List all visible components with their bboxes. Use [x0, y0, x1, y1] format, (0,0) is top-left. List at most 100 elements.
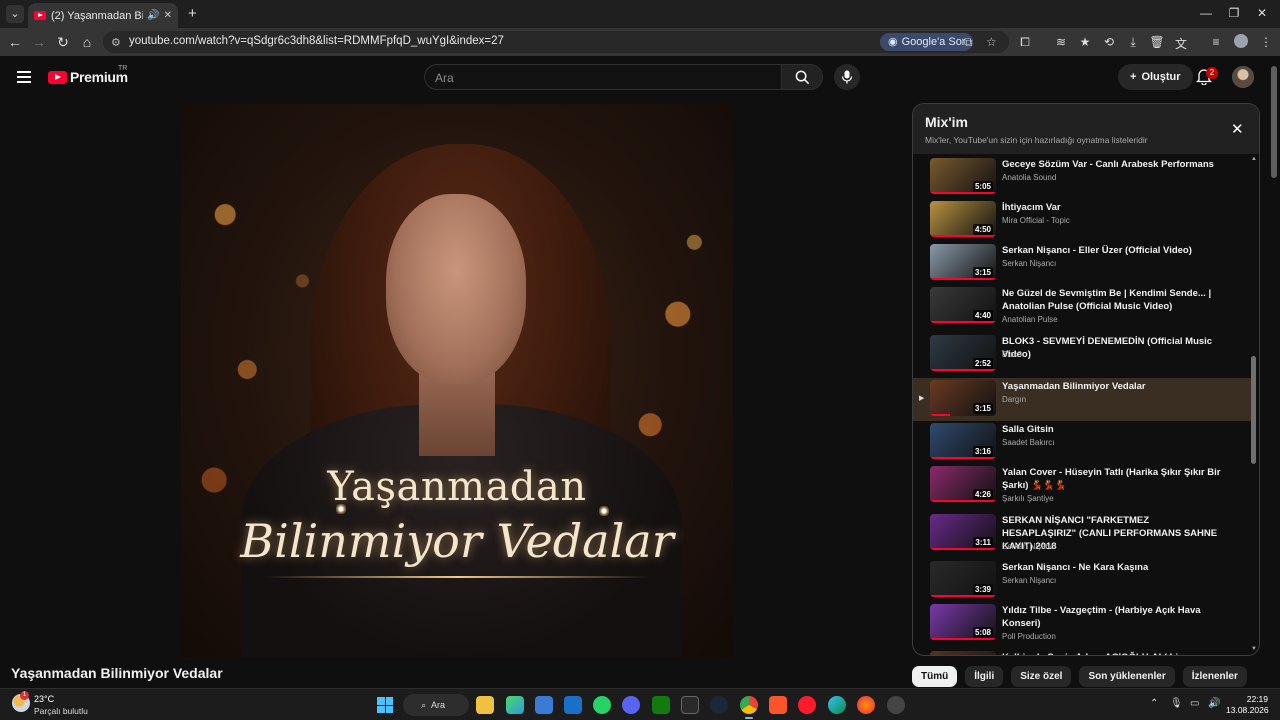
forward-icon[interactable]: →	[30, 34, 48, 50]
youtube-premium-logo[interactable]: Premium TR	[48, 65, 128, 85]
create-button[interactable]: + Oluştur	[1118, 64, 1193, 90]
new-tab-icon[interactable]: +	[188, 5, 197, 22]
video-thumbnail[interactable]: 3:15	[930, 380, 996, 416]
xbox-app-icon[interactable]	[506, 696, 524, 714]
close-tab-icon[interactable]: ✕	[164, 10, 172, 21]
chrome-icon[interactable]	[740, 696, 758, 719]
filter-chip[interactable]: Size özel	[1011, 666, 1072, 687]
home-icon[interactable]: ⌂	[78, 34, 96, 50]
playlist-item[interactable]: 3:11 SERKAN NİŞANCI "FARKETMEZ HESAPLAŞIR…	[913, 512, 1251, 559]
epic-games-icon[interactable]	[681, 696, 699, 714]
edge-icon[interactable]	[828, 696, 846, 714]
search-button[interactable]	[781, 64, 823, 90]
video-thumbnail[interactable]: 4:26	[930, 466, 996, 502]
search-box[interactable]	[424, 64, 782, 90]
playlist-item[interactable]: 4:50 İhtiyacım Var Mira Official - Topic	[913, 199, 1251, 242]
network-icon[interactable]: ▭	[1190, 698, 1199, 709]
video-thumbnail[interactable]: 4:50	[930, 201, 996, 237]
weather-condition[interactable]: Parçalı bulutlu	[34, 706, 88, 716]
windows-start-icon[interactable]	[377, 697, 393, 713]
download-icon[interactable]: ⤓	[1125, 35, 1141, 50]
video-thumbnail[interactable]: 4:40	[930, 287, 996, 323]
microphone-tray-icon[interactable]: 🎙	[1170, 698, 1183, 709]
playlist-item-current[interactable]: ▶ 3:15 Yaşanmadan Bilinmiyor Vedalar Dargın	[913, 378, 1251, 421]
account-avatar[interactable]	[1232, 66, 1254, 88]
playlist-title[interactable]: Mix'im	[925, 114, 968, 130]
video-thumbnail[interactable]: 3:15	[930, 244, 996, 280]
browser-menu-icon[interactable]: ⋮	[1258, 35, 1274, 49]
playlist-item[interactable]: Kalbimde Senin Adın - ACIOĞLU-AI ( Live …	[913, 649, 1251, 655]
scroll-down-icon[interactable]: ▼	[1251, 646, 1257, 652]
scrollbar-thumb[interactable]	[1251, 356, 1256, 464]
browser-tab[interactable]: (2) Yaşanmadan Bilinmiyor Vedalar - YouT…	[28, 3, 178, 28]
firefox-icon[interactable]	[857, 696, 875, 714]
video-thumbnail[interactable]: 5:05	[930, 158, 996, 194]
page-scrollbar[interactable]	[1268, 56, 1280, 688]
clock[interactable]: 22:19 13.08.2026	[1226, 694, 1269, 716]
file-explorer-icon[interactable]	[476, 696, 494, 714]
playlist-item[interactable]: 5:08 Yıldız Tilbe - Vazgeçtim - (Harbiye …	[913, 602, 1251, 649]
whatsapp-icon[interactable]	[593, 696, 611, 714]
hamburger-menu-icon[interactable]	[17, 71, 31, 83]
volume-icon[interactable]: 🔊	[1208, 698, 1220, 709]
brave-icon[interactable]	[769, 696, 787, 714]
video-thumbnail[interactable]: 2:52	[930, 335, 996, 371]
page-scrollbar-thumb[interactable]	[1271, 66, 1277, 178]
playlist-header: Mix'im Mix'ler, YouTube'un sizin için ha…	[913, 104, 1259, 154]
reading-mode-icon[interactable]: ≋	[1053, 35, 1069, 49]
google-ask-button[interactable]: ◉ Google'a Sor	[880, 33, 974, 51]
extensions-icon[interactable]: ⧠	[1017, 35, 1033, 50]
playlist-item[interactable]: 4:40 Ne Güzel de Sevmiştim Be | Kendimi S…	[913, 285, 1251, 333]
tab-list-icon[interactable]: ≡	[1208, 35, 1224, 49]
playlist-item[interactable]: 3:16 Salla Gitsin Saadet Bakırcı	[913, 421, 1251, 464]
browser-profile-avatar[interactable]	[1234, 34, 1248, 48]
playlist-item[interactable]: 3:39 Serkan Nişancı - Ne Kara Kaşına Serka…	[913, 559, 1251, 602]
temperature[interactable]: 23°C	[34, 694, 54, 704]
close-playlist-icon[interactable]: ✕	[1231, 120, 1244, 138]
mail-icon[interactable]	[564, 696, 582, 714]
video-thumbnail[interactable]	[930, 651, 996, 655]
filter-chip[interactable]: İlgili	[965, 666, 1004, 687]
playlist-item[interactable]: 3:15 Serkan Nişancı - Eller Üzer (Officia…	[913, 242, 1251, 285]
show-hidden-icons[interactable]: ⌃	[1150, 698, 1158, 709]
watch-progress-bar	[930, 548, 996, 550]
video-player[interactable]: Yaşanmadan Bilinmiyor Vedalar	[181, 104, 733, 657]
video-thumbnail[interactable]: 3:11	[930, 514, 996, 550]
favorites-icon[interactable]: ★	[1077, 35, 1093, 49]
translate-icon[interactable]: 文	[1173, 35, 1189, 52]
history-icon[interactable]: ⟲	[1101, 35, 1117, 49]
xbox-icon[interactable]	[652, 696, 670, 714]
voice-search-button[interactable]	[834, 64, 860, 90]
audio-playing-icon[interactable]: 🔊	[147, 10, 159, 21]
discord-icon[interactable]	[622, 696, 640, 714]
bookmark-star-icon[interactable]: ☆	[986, 35, 997, 49]
taskbar-search[interactable]: ⌕ Ara	[403, 694, 469, 716]
scroll-up-icon[interactable]: ▲	[1251, 156, 1257, 162]
tab-search-icon[interactable]: ⌄	[6, 5, 24, 23]
filter-chip[interactable]: İzlenenler	[1182, 666, 1247, 687]
video-thumbnail[interactable]: 3:16	[930, 423, 996, 459]
filter-chip[interactable]: Son yüklenenler	[1079, 666, 1175, 687]
store-icon[interactable]	[535, 696, 553, 714]
close-window-icon[interactable]: ✕	[1252, 6, 1272, 20]
playlist-item[interactable]: 2:52 BLOK3 - SEVMEYİ DENEMEDİN (Official …	[913, 333, 1251, 378]
playlist-scrollbar[interactable]: ▲ ▼	[1250, 156, 1258, 655]
filter-chip[interactable]: Tümü	[912, 666, 958, 687]
install-app-icon[interactable]: ⧉	[964, 35, 973, 50]
video-thumbnail[interactable]: 5:08	[930, 604, 996, 640]
search-input[interactable]	[435, 71, 755, 85]
reload-icon[interactable]: ↻	[54, 34, 72, 51]
address-bar[interactable]: ⚙ youtube.com/watch?v=qSdgr6c3dh8&list=R…	[103, 31, 1009, 53]
delete-icon[interactable]: 🗑	[1149, 35, 1165, 49]
steam-icon[interactable]	[710, 696, 728, 714]
opera-icon[interactable]	[798, 696, 816, 714]
playlist-item[interactable]: 4:26 Yalan Cover - Hüseyin Tatlı (Harika …	[913, 464, 1251, 512]
site-info-icon[interactable]: ⚙	[111, 36, 121, 49]
video-thumbnail[interactable]: 3:39	[930, 561, 996, 597]
settings-gear-icon[interactable]	[887, 696, 905, 714]
playlist-item[interactable]: 5:05 Geceye Sözüm Var - Canlı Arabesk Per…	[913, 156, 1251, 199]
url-text[interactable]: youtube.com/watch?v=qSdgr6c3dh8&list=RDM…	[129, 35, 504, 47]
minimize-icon[interactable]: —	[1196, 6, 1216, 20]
restore-icon[interactable]: ❐	[1224, 6, 1244, 20]
back-icon[interactable]: ←	[6, 34, 24, 50]
